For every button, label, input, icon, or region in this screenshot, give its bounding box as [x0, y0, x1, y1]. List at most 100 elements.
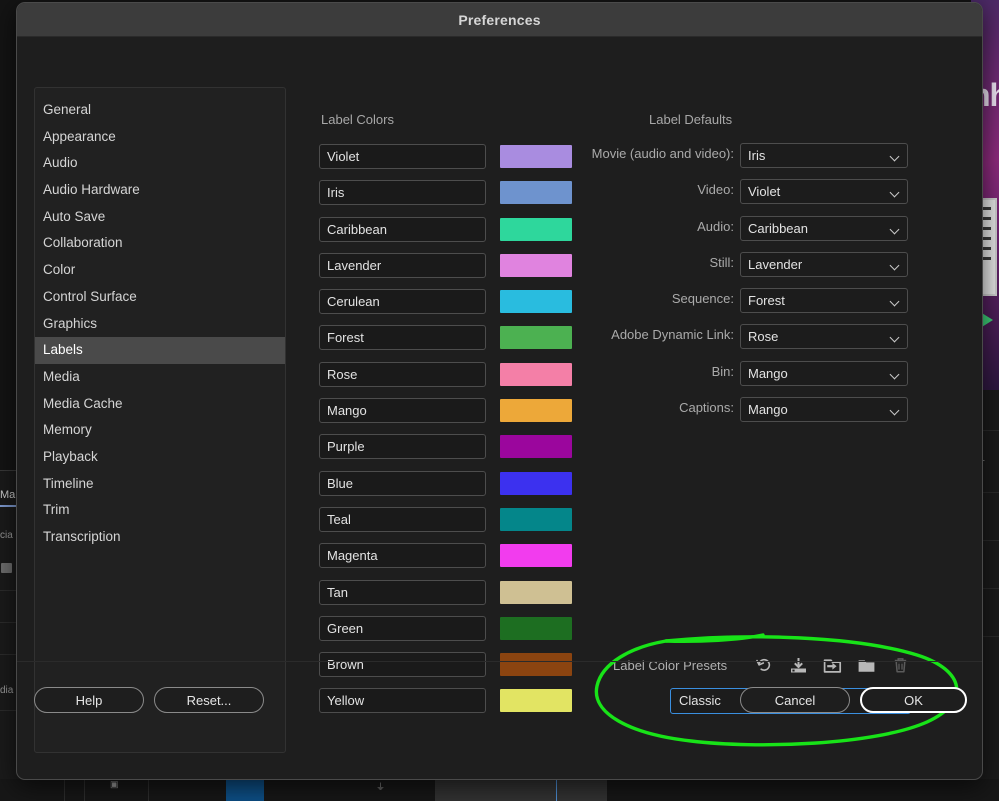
label-default-dropdown-value: Mango [748, 365, 788, 381]
label-default-dropdown[interactable]: Lavender [740, 251, 908, 277]
label-color-swatch[interactable] [500, 507, 572, 531]
label-default-dropdown-value: Forest [748, 293, 785, 309]
label-default-dropdown-value: Violet [748, 184, 781, 200]
label-default-label: Captions: [679, 400, 734, 416]
label-color-name-input[interactable] [319, 615, 486, 641]
sidebar-item-media[interactable]: Media [35, 364, 285, 391]
chevron-down-icon [891, 262, 899, 270]
chevron-down-icon [891, 334, 899, 342]
label-color-swatch[interactable] [500, 435, 572, 459]
label-default-dropdown-value: Caribbean [748, 220, 808, 236]
label-default-label: Adobe Dynamic Link: [611, 327, 734, 343]
sidebar-item-label: Audio Hardware [43, 182, 140, 198]
label-default-dropdown[interactable]: Rose [740, 324, 908, 350]
label-color-name-input[interactable] [319, 543, 486, 569]
label-default-dropdown[interactable]: Mango [740, 397, 908, 423]
sidebar-item-label: Memory [43, 422, 92, 438]
label-default-dropdown-value: Mango [748, 402, 788, 418]
label-default-dropdown-value: Rose [748, 329, 779, 345]
preferences-dialog: Preferences General Appearance Audio Audio … [16, 2, 983, 780]
sidebar-item-appearance[interactable]: Appearance [35, 124, 285, 151]
label-default-label: Video: [697, 182, 734, 198]
sidebar-item-label: Transcription [43, 529, 121, 544]
chevron-down-icon [891, 226, 899, 234]
sidebar-item-label: Graphics [43, 315, 98, 331]
sidebar-item-audio[interactable]: Audio [35, 150, 285, 177]
label-default-dropdown-value: Lavender [748, 256, 803, 272]
label-color-name-input[interactable] [319, 289, 486, 315]
label-color-name-input[interactable] [319, 325, 486, 351]
label-color-swatch[interactable] [500, 580, 572, 604]
cancel-button[interactable]: Cancel [740, 687, 850, 713]
label-color-name-input[interactable] [319, 252, 486, 278]
label-default-dropdown[interactable]: Mango [740, 360, 908, 386]
label-color-name-input[interactable] [319, 144, 486, 169]
label-default-dropdown[interactable]: Violet [740, 179, 908, 205]
label-color-name-input[interactable] [319, 180, 486, 206]
label-default-label: Sequence: [671, 291, 734, 307]
sidebar-item-label: Collaboration [43, 235, 123, 251]
sidebar-item-labels[interactable]: Labels [35, 337, 285, 364]
preferences-category-list[interactable]: General Appearance Audio Audio Hardware Auto… [34, 87, 286, 753]
label-default-dropdown[interactable]: Iris [740, 143, 908, 168]
dialog-title: Preferences [458, 11, 541, 28]
background-timeline: ▣ ⏚ [0, 779, 999, 801]
sidebar-item-transcription[interactable]: Transcription [35, 524, 285, 551]
reset-button[interactable]: Reset... [154, 687, 264, 713]
sidebar-item-playback[interactable]: Playback [35, 444, 285, 471]
help-button[interactable]: Help [34, 687, 144, 713]
ok-button[interactable]: OK [860, 687, 967, 713]
label-default-label: Movie (audio and video): [591, 146, 734, 161]
label-colors-heading: Label Colors [321, 112, 394, 127]
sidebar-item-label: Playback [43, 448, 98, 464]
label-defaults-heading: Label Defaults [649, 112, 733, 127]
sidebar-item-media-cache[interactable]: Media Cache [35, 391, 285, 418]
background-left-chip [1, 563, 12, 573]
label-color-name-input[interactable] [319, 579, 486, 605]
sidebar-item-label: Labels [43, 342, 83, 358]
label-color-swatch[interactable] [500, 471, 572, 495]
sidebar-item-label: Color [43, 262, 76, 278]
label-color-swatch[interactable] [500, 544, 572, 568]
dialog-body: General Appearance Audio Audio Hardware Auto… [17, 37, 982, 753]
chevron-down-icon [891, 153, 899, 161]
label-color-swatch[interactable] [500, 616, 572, 640]
label-default-dropdown[interactable]: Caribbean [740, 215, 908, 241]
sidebar-item-auto-save[interactable]: Auto Save [35, 204, 285, 231]
sidebar-item-label: Audio [43, 155, 78, 171]
sidebar-item-label: Control Surface [43, 288, 137, 304]
sidebar-item-label: Media [43, 368, 80, 384]
dialog-titlebar: Preferences [17, 3, 982, 37]
sidebar-item-collaboration[interactable]: Collaboration [35, 230, 285, 257]
sidebar-item-label: General [43, 102, 92, 117]
sidebar-item-trim[interactable]: Trim [35, 497, 285, 524]
label-default-dropdown-value: Iris [748, 148, 766, 163]
label-color-name-input[interactable] [319, 506, 486, 532]
label-color-name-input[interactable] [319, 361, 486, 387]
sidebar-item-label: Auto Save [43, 208, 106, 224]
sidebar-item-audio-hardware[interactable]: Audio Hardware [35, 177, 285, 204]
label-color-name-input[interactable] [319, 434, 486, 460]
sidebar-item-label: Appearance [43, 128, 116, 144]
label-default-dropdown[interactable]: Forest [740, 288, 908, 314]
sidebar-item-timeline[interactable]: Timeline [35, 471, 285, 498]
chevron-down-icon [891, 298, 899, 306]
label-default-label: Still: [709, 254, 734, 270]
label-color-name-input[interactable] [319, 470, 486, 496]
chevron-down-icon [891, 407, 899, 415]
label-default-label: Audio: [697, 218, 734, 234]
label-color-name-input[interactable] [319, 216, 486, 242]
sidebar-item-graphics[interactable]: Graphics [35, 311, 285, 338]
sidebar-item-control-surface[interactable]: Control Surface [35, 284, 285, 311]
chevron-down-icon [891, 371, 899, 379]
sidebar-item-label: Timeline [43, 475, 94, 491]
label-color-name-input[interactable] [319, 398, 486, 424]
sidebar-item-label: Trim [43, 502, 70, 518]
screen: nhi + Mar cia dia ▣ ⏚ [0, 0, 999, 801]
chevron-down-icon [891, 189, 899, 197]
sidebar-item-label: Media Cache [43, 395, 123, 411]
sidebar-item-memory[interactable]: Memory [35, 417, 285, 444]
sidebar-item-general[interactable]: General [35, 97, 285, 124]
sidebar-item-color[interactable]: Color [35, 257, 285, 284]
timeline-clip [226, 779, 264, 801]
